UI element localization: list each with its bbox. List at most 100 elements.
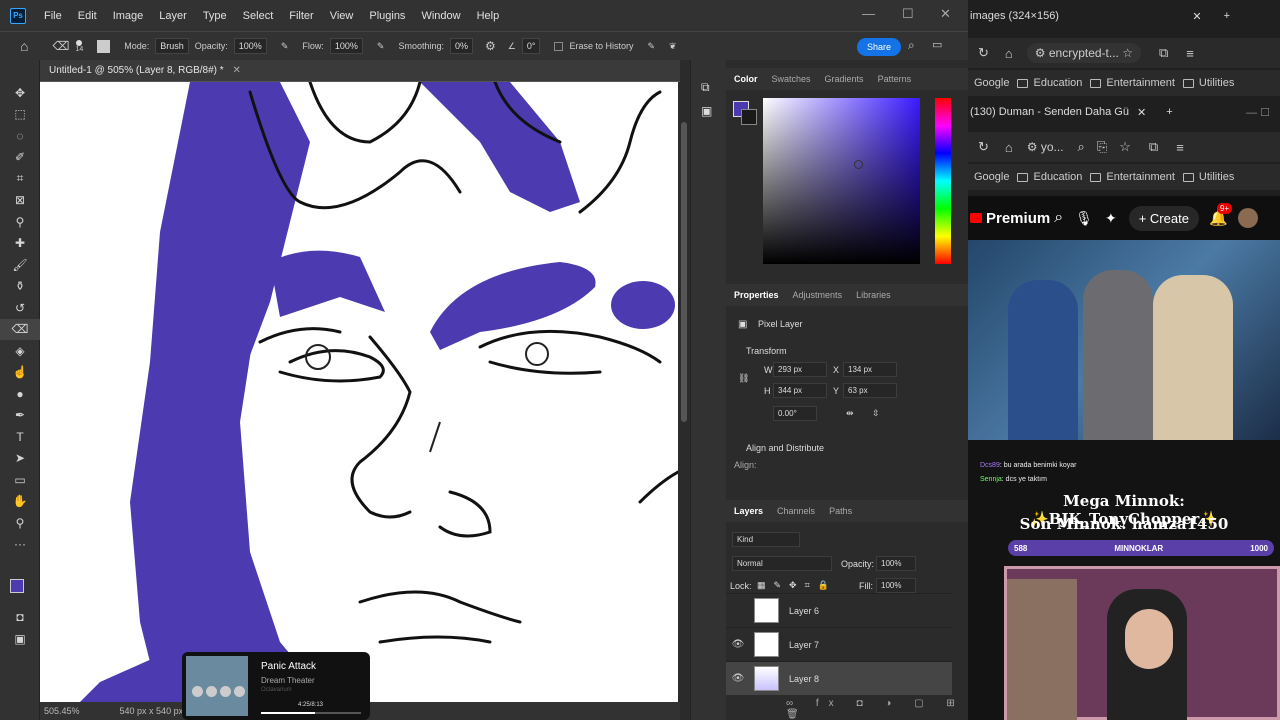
bookmark-google[interactable]: Google bbox=[974, 77, 1009, 89]
menu-type[interactable]: Type bbox=[195, 10, 235, 22]
star-icon[interactable]: ☆ bbox=[1119, 139, 1131, 155]
window-controls[interactable]: — ☐ bbox=[1246, 106, 1270, 119]
extensions-icon[interactable]: ⧉ bbox=[1149, 139, 1158, 155]
canvas-scrollbar[interactable] bbox=[678, 82, 690, 702]
document-tab[interactable]: Untitled-1 @ 505% (Layer 8, RGB/8#) * ✕ bbox=[40, 60, 680, 82]
airbrush-icon[interactable]: ✎ bbox=[377, 41, 385, 52]
flip-horizontal-icon[interactable]: ⇹ bbox=[846, 408, 854, 419]
fill-field[interactable]: 100% bbox=[876, 578, 916, 593]
search-icon[interactable]: ⌕ bbox=[1078, 139, 1085, 155]
track-progress[interactable] bbox=[261, 712, 361, 714]
blend-mode-select[interactable]: Normal bbox=[732, 556, 832, 571]
tab-paths[interactable]: Paths bbox=[829, 506, 852, 516]
tab-properties[interactable]: Properties bbox=[734, 290, 779, 300]
url-field[interactable]: ⚙ encrypted-t... ☆ bbox=[1026, 43, 1141, 63]
media-icon[interactable]: ≡ bbox=[1186, 46, 1194, 61]
bookmark-utilities[interactable]: Utilities bbox=[1182, 77, 1234, 89]
extensions-icon[interactable]: ⧉ bbox=[1159, 45, 1168, 61]
new-tab-icon[interactable]: + bbox=[1166, 106, 1172, 118]
menu-layer[interactable]: Layer bbox=[151, 10, 195, 22]
move-tool-icon[interactable]: ✥ bbox=[0, 82, 40, 104]
menu-view[interactable]: View bbox=[322, 10, 362, 22]
tab-layers[interactable]: Layers bbox=[734, 506, 763, 516]
media-player[interactable]: Panic Attack Dream Theater Octavarium 4:… bbox=[182, 652, 370, 720]
mode-select[interactable]: Brush bbox=[155, 38, 189, 54]
menu-window[interactable]: Window bbox=[413, 10, 468, 22]
eye-icon[interactable]: 👁 bbox=[726, 673, 750, 684]
tab-adjustments[interactable]: Adjustments bbox=[793, 290, 843, 300]
layer-row[interactable]: 👁 Layer 7 bbox=[726, 627, 952, 661]
create-button[interactable]: + Create bbox=[1128, 205, 1199, 231]
bookmark-entertainment[interactable]: Entertainment bbox=[1090, 77, 1175, 89]
menu-file[interactable]: File bbox=[36, 10, 70, 22]
avatar[interactable] bbox=[1237, 208, 1258, 228]
close-document-icon[interactable]: ✕ bbox=[232, 65, 240, 76]
flip-vertical-icon[interactable]: ⇳ bbox=[872, 408, 880, 419]
eyedropper-tool-icon[interactable]: ⚲ bbox=[0, 211, 40, 233]
smudge-tool-icon[interactable]: ☝ bbox=[0, 362, 40, 384]
microphone-icon[interactable]: 🎙 bbox=[1075, 210, 1093, 227]
type-tool-icon[interactable]: T bbox=[0, 426, 40, 448]
bookmark-google[interactable]: Google bbox=[974, 171, 1009, 183]
home-icon[interactable]: ⌂ bbox=[20, 38, 28, 54]
close-icon[interactable]: ✕ bbox=[940, 6, 951, 22]
opacity-field[interactable]: 100% bbox=[233, 38, 267, 54]
tab-color[interactable]: Color bbox=[734, 74, 758, 84]
history-icon[interactable]: ⧉ bbox=[701, 80, 710, 95]
smoothing-field[interactable]: 0% bbox=[449, 38, 473, 54]
transform-section-title[interactable]: Transform bbox=[746, 346, 787, 356]
layer-row-selected[interactable]: 👁 Layer 8 bbox=[726, 661, 952, 695]
tab-patterns[interactable]: Patterns bbox=[878, 74, 912, 84]
align-section-title[interactable]: Align and Distribute bbox=[746, 443, 824, 453]
zoom-tool-icon[interactable]: ⚲ bbox=[0, 512, 40, 534]
history-brush-tool-icon[interactable]: ↺ bbox=[0, 297, 40, 319]
cast-icon[interactable]: ⎘ bbox=[1097, 139, 1107, 155]
bookmark-utilities[interactable]: Utilities bbox=[1182, 171, 1234, 183]
healing-tool-icon[interactable]: ✚ bbox=[0, 233, 40, 255]
symmetry-icon[interactable]: ❦ bbox=[669, 41, 677, 52]
brush-settings-icon[interactable] bbox=[97, 39, 111, 53]
hand-tool-icon[interactable]: ✋ bbox=[0, 491, 40, 513]
frame-tool-icon[interactable]: ⊠ bbox=[0, 190, 40, 212]
crop-tool-icon[interactable]: ⌗ bbox=[0, 168, 40, 190]
path-select-tool-icon[interactable]: ➤ bbox=[0, 448, 40, 470]
reload-icon[interactable]: ↻ bbox=[978, 139, 989, 155]
lasso-tool-icon[interactable]: ◌ bbox=[0, 125, 40, 147]
workspace-icon[interactable]: ▭ bbox=[932, 38, 942, 51]
angle-field[interactable]: 0° bbox=[521, 38, 541, 54]
menu-plugins[interactable]: Plugins bbox=[361, 10, 413, 22]
gear-icon[interactable]: ⚙ bbox=[485, 39, 496, 53]
eraser-tool-icon-active[interactable]: ⌫ bbox=[0, 318, 40, 340]
close-tab-icon[interactable]: ✕ bbox=[1137, 106, 1146, 119]
home-icon[interactable]: ⌂ bbox=[1005, 140, 1013, 155]
brush-tool-icon[interactable]: 🖌 bbox=[0, 254, 40, 276]
angle-field[interactable]: 0.00° bbox=[773, 406, 817, 421]
height-field[interactable]: 344 px bbox=[773, 383, 827, 398]
tab-swatches[interactable]: Swatches bbox=[772, 74, 811, 84]
close-tab-icon[interactable]: ✕ bbox=[1192, 10, 1201, 23]
pressure-size-icon[interactable]: ✎ bbox=[647, 41, 655, 52]
y-field[interactable]: 63 px bbox=[843, 383, 897, 398]
hue-slider[interactable] bbox=[935, 98, 951, 264]
chat-icon[interactable]: ✦ bbox=[1105, 210, 1117, 227]
canvas[interactable] bbox=[40, 82, 678, 702]
browser-tab-youtube[interactable]: (130) Duman - Senden Daha Gü ✕ + — ☐ bbox=[968, 96, 1280, 128]
background-color-chip[interactable] bbox=[741, 109, 757, 125]
eye-icon[interactable]: 👁 bbox=[726, 639, 750, 650]
marquee-tool-icon[interactable]: ⬚ bbox=[0, 104, 40, 126]
menu-select[interactable]: Select bbox=[235, 10, 282, 22]
maximize-icon[interactable]: ☐ bbox=[902, 6, 914, 22]
bookmark-education[interactable]: Education bbox=[1017, 171, 1082, 183]
rectangle-tool-icon[interactable]: ▭ bbox=[0, 469, 40, 491]
menu-filter[interactable]: Filter bbox=[281, 10, 321, 22]
tab-channels[interactable]: Channels bbox=[777, 506, 815, 516]
quick-select-tool-icon[interactable]: ✐ bbox=[0, 147, 40, 169]
screen-mode-icon[interactable]: ▣ bbox=[0, 628, 40, 650]
x-field[interactable]: 134 px bbox=[843, 362, 897, 377]
paint-bucket-tool-icon[interactable]: ◈ bbox=[0, 340, 40, 362]
pressure-opacity-icon[interactable]: ✎ bbox=[281, 41, 289, 52]
url-field[interactable]: ⚙ yo... bbox=[1027, 140, 1064, 154]
comments-icon[interactable]: ▣ bbox=[701, 104, 712, 118]
layer-actions-bar[interactable]: ∞ fx ◘ ◑ ▢ ⊞ 🗑 bbox=[786, 698, 968, 720]
reload-icon[interactable]: ↻ bbox=[978, 45, 989, 61]
